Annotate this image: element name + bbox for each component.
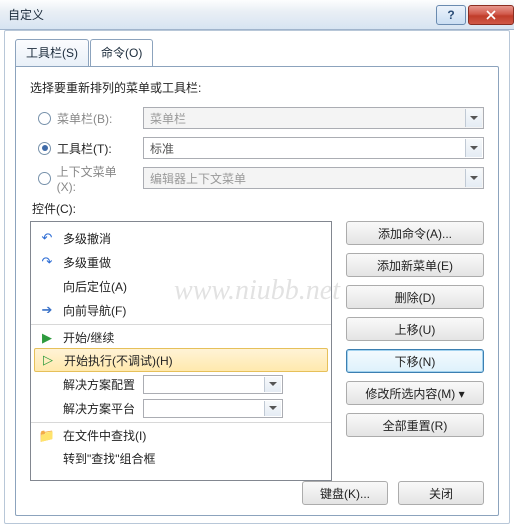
list-item[interactable]: 📁 在文件中查找(I) [31, 422, 331, 446]
combo-sln-config[interactable] [143, 375, 283, 394]
tab-strip: 工具栏(S) 命令(O) [15, 39, 499, 67]
controls-label: 控件(C): [32, 200, 484, 217]
list-item[interactable]: 转到"查找"组合框 [31, 446, 331, 470]
title-bar: 自定义 ? [0, 0, 514, 30]
radio-toolbar[interactable]: 工具栏(T): [38, 140, 133, 157]
list-item[interactable]: 解决方案平台 [31, 396, 331, 420]
dialog-footer: 键盘(K)... 关闭 [302, 481, 484, 505]
tab-toolbars[interactable]: 工具栏(S) [15, 39, 89, 67]
radio-icon [38, 142, 51, 155]
row-toolbar: 工具栏(T): 标准 [38, 136, 484, 160]
chevron-down-icon [465, 139, 482, 157]
modify-selection-button[interactable]: 修改所选内容(M) ▾ [346, 381, 484, 405]
chevron-down-icon [264, 377, 281, 392]
list-item[interactable]: ↷ 多级重做 [31, 250, 331, 274]
help-button[interactable]: ? [436, 5, 466, 25]
combo-sln-platform[interactable] [143, 399, 283, 418]
radio-context[interactable]: 上下文菜单(X): [38, 163, 133, 194]
list-item[interactable]: 解决方案配置 [31, 372, 331, 396]
chevron-down-icon [465, 109, 482, 127]
close-window-button[interactable] [468, 5, 514, 25]
row-context: 上下文菜单(X): 编辑器上下文菜单 [38, 166, 484, 190]
list-item-selected[interactable]: ▷ 开始执行(不调试)(H) [34, 348, 328, 372]
window-title: 自定义 [8, 6, 434, 23]
play-outline-icon: ▷ [40, 352, 56, 368]
combo-menubar: 菜单栏 [143, 107, 484, 129]
dialog-body: 工具栏(S) 命令(O) 选择要重新排列的菜单或工具栏: 菜单栏(B): 菜单栏… [4, 30, 510, 524]
controls-listbox[interactable]: ↶ 多级撤消 ↷ 多级重做 向后定位(A) ➔ 向前导航(F) ▶ 开始/ [30, 221, 332, 481]
chevron-down-icon [465, 169, 482, 187]
reset-all-button[interactable]: 全部重置(R) [346, 413, 484, 437]
keyboard-button[interactable]: 键盘(K)... [302, 481, 388, 505]
close-button[interactable]: 关闭 [398, 481, 484, 505]
list-item[interactable]: 向后定位(A) [31, 274, 331, 298]
add-menu-button[interactable]: 添加新菜单(E) [346, 253, 484, 277]
list-item[interactable]: ↶ 多级撤消 [31, 226, 331, 250]
main-area: ↶ 多级撤消 ↷ 多级重做 向后定位(A) ➔ 向前导航(F) ▶ 开始/ [30, 221, 484, 481]
move-down-button[interactable]: 下移(N) [346, 349, 484, 373]
close-icon [486, 10, 496, 20]
delete-button[interactable]: 删除(D) [346, 285, 484, 309]
radio-menubar[interactable]: 菜单栏(B): [38, 110, 133, 127]
radio-icon [38, 172, 51, 185]
move-up-button[interactable]: 上移(U) [346, 317, 484, 341]
list-item[interactable]: ▶ 开始/继续 [31, 324, 331, 348]
add-command-button[interactable]: 添加命令(A)... [346, 221, 484, 245]
chevron-down-icon [264, 401, 281, 416]
list-item[interactable]: ➔ 向前导航(F) [31, 298, 331, 322]
combo-context: 编辑器上下文菜单 [143, 167, 484, 189]
tab-panel-commands: 选择要重新排列的菜单或工具栏: 菜单栏(B): 菜单栏 工具栏(T): 标准 上… [15, 66, 499, 516]
button-column: 添加命令(A)... 添加新菜单(E) 删除(D) 上移(U) 下移(N) 修改… [346, 221, 484, 481]
undo-icon: ↶ [39, 230, 55, 246]
play-icon: ▶ [39, 330, 55, 346]
row-menubar: 菜单栏(B): 菜单栏 [38, 106, 484, 130]
tab-commands[interactable]: 命令(O) [90, 39, 153, 67]
radio-icon [38, 112, 51, 125]
combo-toolbar[interactable]: 标准 [143, 137, 484, 159]
redo-icon: ↷ [39, 254, 55, 270]
section-heading: 选择要重新排列的菜单或工具栏: [30, 79, 484, 96]
find-files-icon: 📁 [39, 428, 55, 444]
navigate-icon: ➔ [39, 302, 55, 318]
